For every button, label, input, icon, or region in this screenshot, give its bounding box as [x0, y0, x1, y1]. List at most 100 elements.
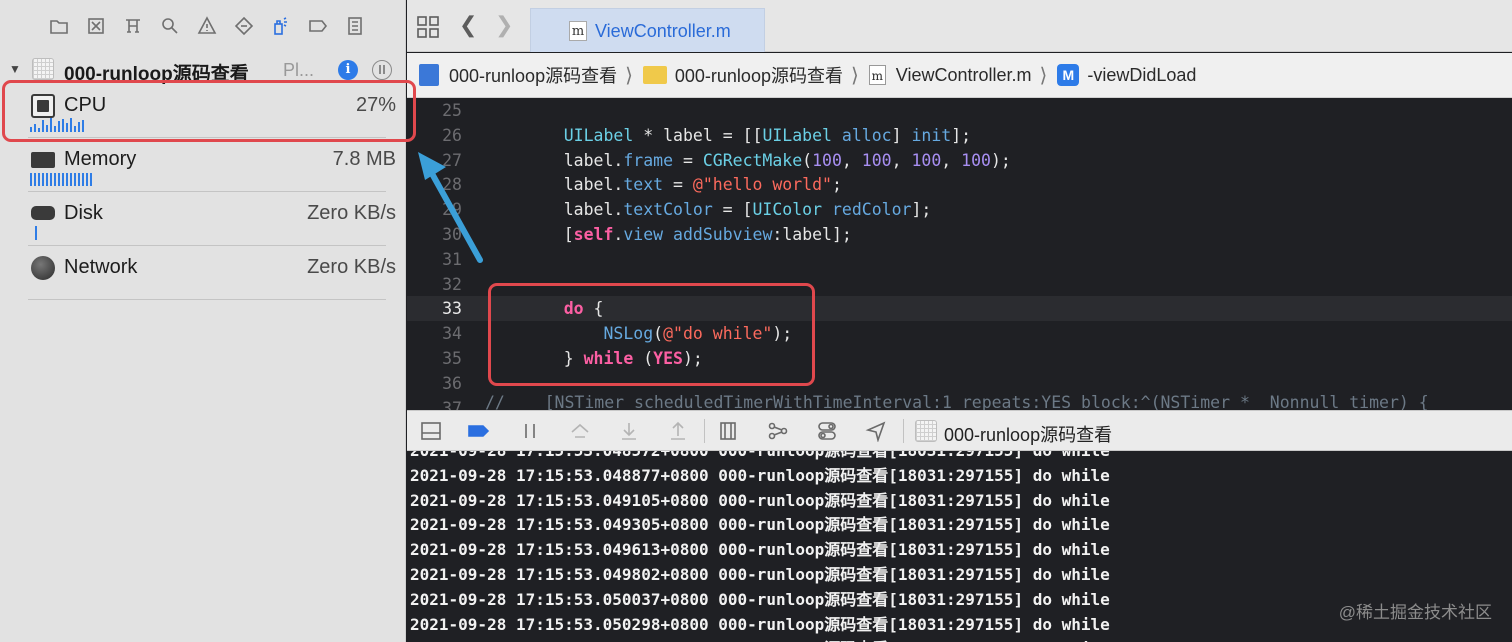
issue-navigator-warning-icon[interactable] — [188, 12, 225, 40]
pause-icon[interactable] — [519, 420, 541, 442]
disclosure-triangle-icon[interactable]: ▼ — [9, 62, 21, 76]
simulate-location-icon[interactable] — [865, 420, 887, 443]
line-number[interactable]: 34 — [407, 321, 462, 346]
code-text: // [NSTimer scheduledTimerWithTimeInterv… — [485, 392, 1429, 410]
gauge-label: Disk — [64, 202, 103, 224]
code-text: UILabel * label = [[UILabel alloc] init]… — [563, 125, 972, 145]
divider — [704, 419, 705, 443]
loop-highlight-box — [488, 283, 815, 386]
chevron-right-icon: ⟩ — [625, 64, 633, 87]
editor-tab-bar: ❮ ❯ m ViewController.m — [407, 0, 1512, 52]
console-log-line: 2021-09-28 17:15:53.050298+0800 000-runl… — [410, 614, 1110, 634]
back-chevron-icon[interactable]: ❮ — [459, 12, 477, 38]
project-navigator-folder-icon[interactable] — [40, 12, 77, 40]
gauge-label: Memory — [64, 148, 137, 170]
gauge-memory[interactable]: Memory 7.8 MB — [28, 138, 408, 192]
step-into-icon[interactable] — [618, 420, 640, 442]
objc-file-icon: m — [569, 21, 587, 41]
step-out-icon[interactable] — [667, 420, 689, 442]
line-number[interactable]: 35 — [407, 346, 462, 371]
cpu-highlight-box — [2, 80, 416, 142]
divider — [903, 419, 904, 443]
chevron-right-icon: ⟩ — [850, 64, 859, 87]
line-number[interactable]: 32 — [407, 272, 462, 297]
navigator-toolbar — [0, 0, 406, 52]
project-icon — [32, 58, 54, 80]
test-navigator-diamond-icon[interactable] — [225, 12, 262, 40]
step-over-icon[interactable] — [569, 420, 591, 442]
objc-file-icon: m — [868, 65, 886, 85]
code-text: label.textColor = [UIColor redColor]; — [524, 200, 932, 220]
disk-usage-bars — [30, 226, 39, 240]
divider — [28, 299, 386, 300]
console-log-line: 2021-09-28 17:15:53.049105+0800 000-runl… — [410, 490, 1110, 510]
jump-bar-project[interactable]: 000-runloop源码查看 — [419, 62, 617, 88]
gauge-value: Zero KB/s — [307, 202, 396, 224]
find-navigator-search-icon[interactable] — [151, 12, 188, 40]
memory-usage-bars — [30, 172, 94, 186]
hide-debug-area-icon[interactable] — [420, 420, 442, 442]
breakpoints-toggle-icon[interactable] — [468, 420, 490, 442]
memory-icon — [31, 152, 55, 168]
code-line[interactable]: 27 label.frame = CGRectMake(100, 100, 10… — [407, 148, 1512, 173]
console-log-line: 2021-09-28 17:15:53.049802+0800 000-runl… — [410, 565, 1110, 584]
console-log-line: 2021-09-28 17:15:53.048572+0800 000-runl… — [410, 451, 1110, 463]
line-number[interactable]: 37 — [407, 396, 462, 410]
view-hierarchy-icon[interactable] — [717, 420, 739, 442]
breakpoint-navigator-tag-icon[interactable] — [299, 12, 336, 40]
jump-bar-label: 000-runloop源码查看 — [674, 66, 843, 86]
chevron-right-icon: ⟩ — [1039, 64, 1048, 87]
console-log-line: 2021-09-28 17:15:53.049613+0800 000-runl… — [410, 540, 1110, 560]
disk-icon — [31, 206, 55, 220]
folder-icon — [642, 66, 667, 84]
console-log-line: 2021-09-28 17:15:53.050541+0800 000-runl… — [410, 636, 1110, 642]
jump-bar-label: 000-runloop源码查看 — [449, 66, 618, 86]
info-icon[interactable]: i — [338, 60, 358, 80]
debug-navigator-spray-icon[interactable] — [262, 12, 299, 40]
code-line[interactable]: 30 [self.view addSubview:label]; — [407, 222, 1512, 247]
memory-graph-icon[interactable] — [767, 420, 789, 442]
console-log-line: 2021-09-28 17:15:53.048877+0800 000-runl… — [410, 465, 1110, 485]
line-number[interactable]: 36 — [407, 371, 462, 396]
code-text: [self.view addSubview:label]; — [524, 225, 852, 244]
source-control-icon[interactable] — [77, 12, 114, 40]
console-log-line: 2021-09-28 17:15:53.050037+0800 000-runl… — [410, 589, 1110, 609]
watermark: @稀土掘金技术社区 — [1338, 603, 1492, 622]
forward-chevron-icon[interactable]: ❯ — [495, 12, 513, 38]
gauge-disk[interactable]: Disk Zero KB/s — [28, 192, 408, 246]
jump-bar-method[interactable]: M -viewDidLoad — [1057, 64, 1196, 86]
line-number[interactable]: 33 — [407, 296, 462, 321]
code-text: label.text = @"hello world"; — [524, 175, 842, 195]
code-line[interactable]: 25 — [407, 98, 1512, 123]
symbol-navigator-icon[interactable] — [114, 12, 151, 40]
pause-process-icon[interactable] — [372, 60, 392, 80]
annotation-arrow — [418, 152, 483, 263]
code-line[interactable]: 37 // [NSTimer scheduledTimerWithTimeInte… — [407, 393, 1512, 410]
project-icon — [915, 420, 937, 442]
code-line[interactable]: 26 UILabel * label = [[UILabel alloc] in… — [407, 123, 1512, 148]
report-navigator-list-icon[interactable] — [336, 12, 373, 40]
method-icon: M — [1057, 64, 1080, 86]
code-line[interactable]: 31 — [407, 247, 1512, 272]
jump-bar-label: -viewDidLoad — [1087, 64, 1197, 85]
gauge-value: 7.8 MB — [332, 148, 396, 170]
process-suffix: Pl... — [283, 60, 315, 80]
code-text: label.frame = CGRectMake(100, 100, 100, … — [524, 150, 1011, 170]
jump-bar-file[interactable]: m ViewController.m — [868, 64, 1032, 86]
gauge-value: Zero KB/s — [307, 256, 396, 278]
grid-icon[interactable] — [417, 16, 439, 38]
tab-viewcontroller[interactable]: m ViewController.m — [530, 8, 765, 52]
jump-bar: 000-runloop源码查看 ⟩ 000-runloop源码查看 ⟩ m Vi… — [407, 53, 1512, 98]
debug-bar: 000-runloop源码查看 — [407, 410, 1512, 451]
environment-overrides-icon[interactable] — [816, 420, 838, 442]
network-icon — [31, 256, 55, 280]
console-log-line: 2021-09-28 17:15:53.049305+0800 000-runl… — [410, 515, 1110, 535]
gauge-network[interactable]: Network Zero KB/s — [28, 246, 408, 300]
gauge-label: Network — [64, 256, 138, 278]
code-line[interactable]: 28 label.text = @"hello world"; — [407, 172, 1512, 197]
debug-process-label[interactable]: 000-runloop源码查看 — [944, 421, 1112, 447]
code-line[interactable]: 29 label.textColor = [UIColor redColor]; — [407, 197, 1512, 222]
jump-bar-label: ViewController.m — [895, 64, 1032, 85]
project-file-icon — [419, 64, 439, 86]
jump-bar-group[interactable]: 000-runloop源码查看 — [642, 62, 843, 88]
